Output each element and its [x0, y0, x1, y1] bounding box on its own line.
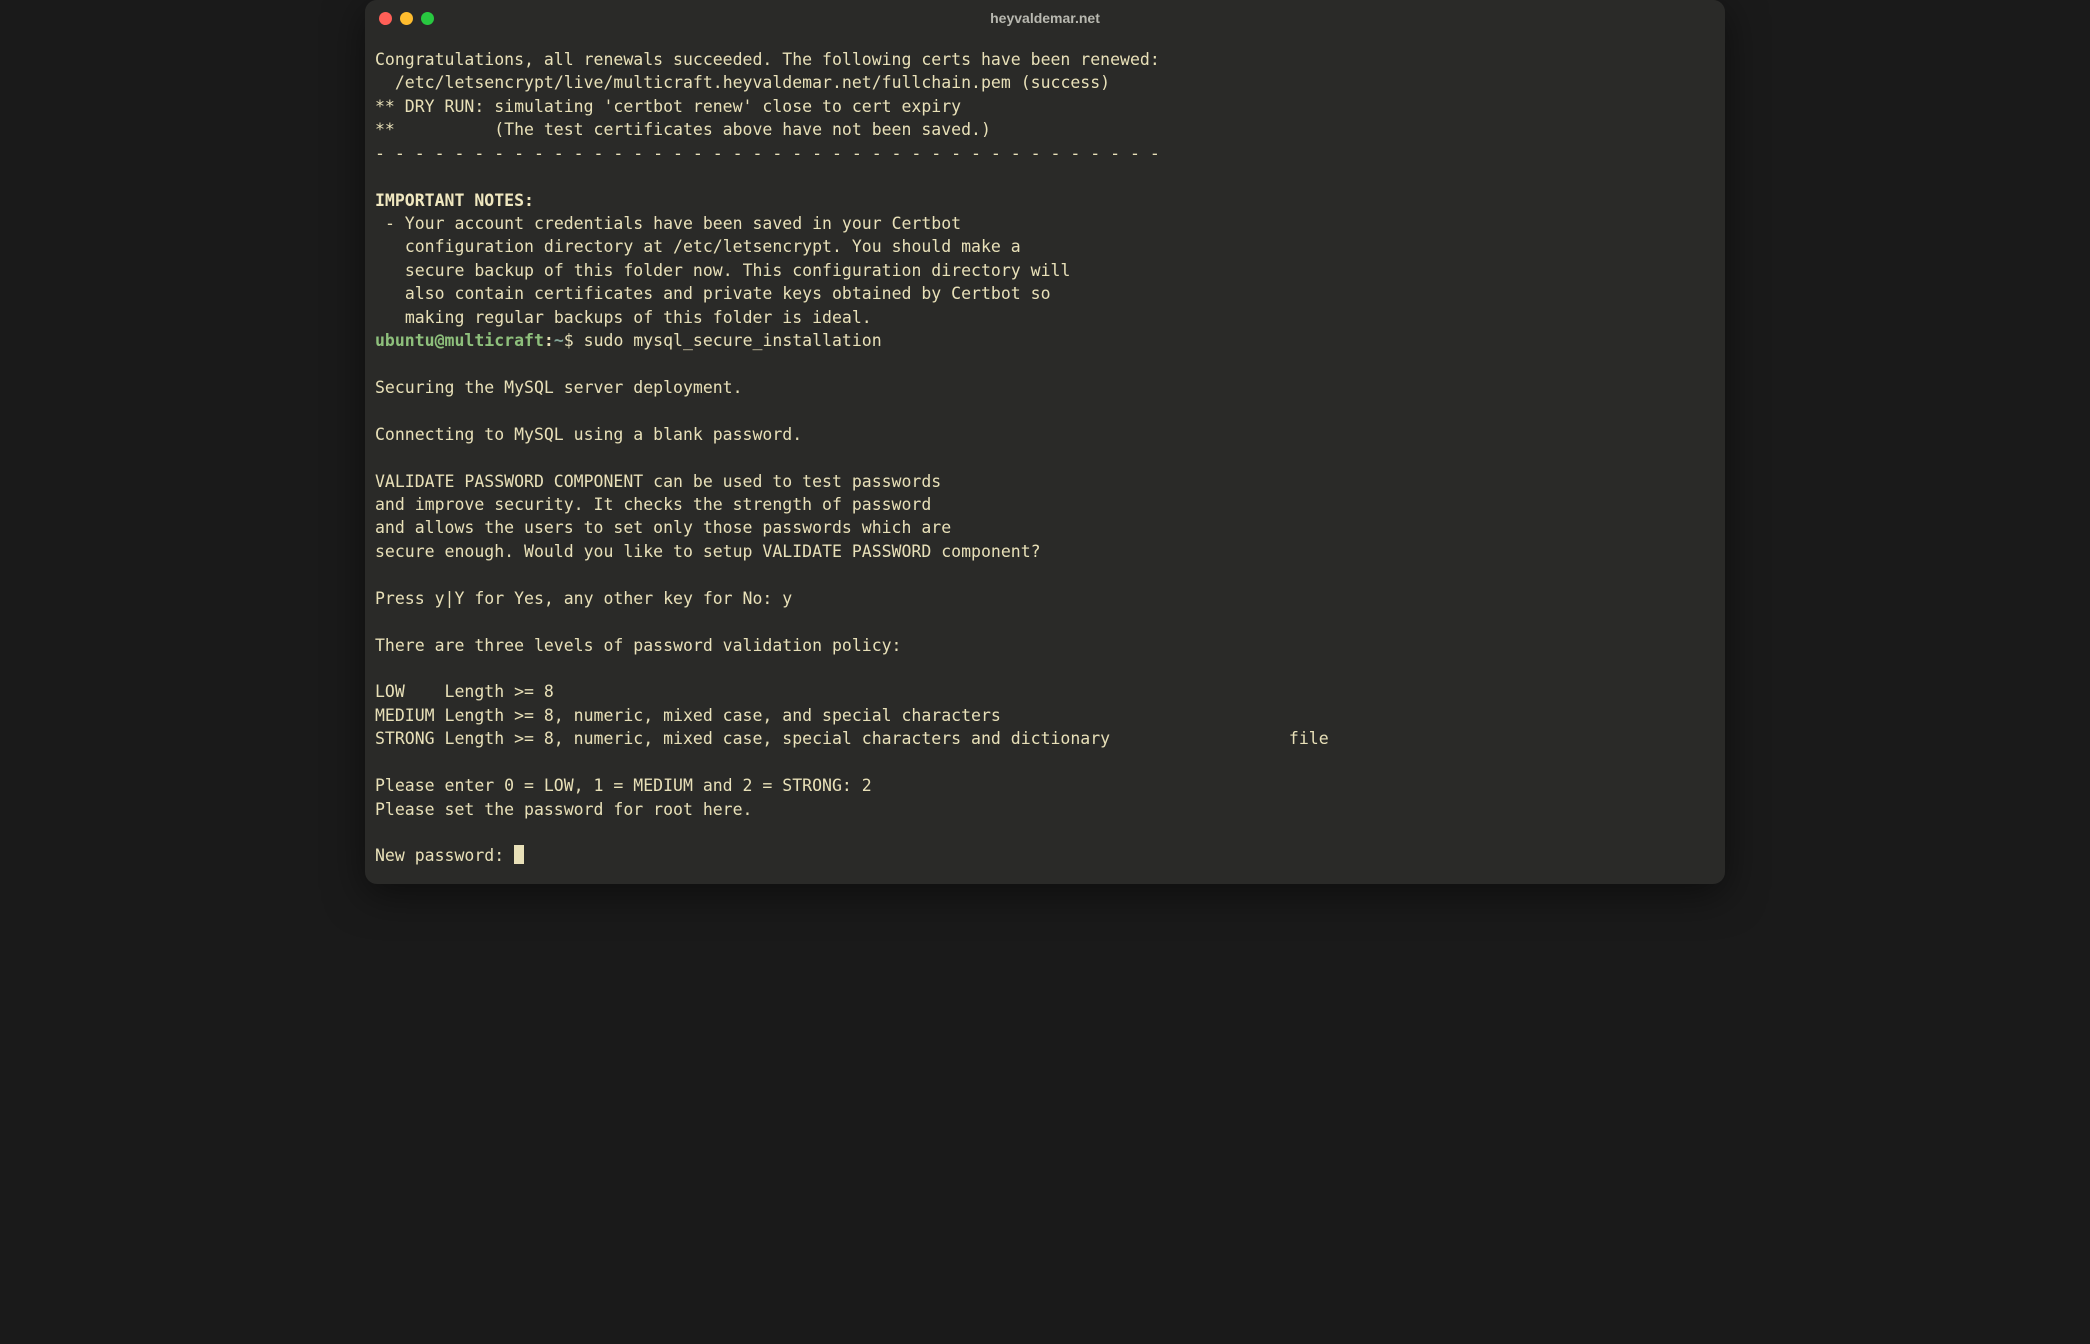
important-notes-header: IMPORTANT NOTES: — [375, 191, 534, 210]
output-line: and allows the users to set only those p… — [375, 518, 951, 537]
output-line: also contain certificates and private ke… — [375, 284, 1051, 303]
command-input: sudo mysql_secure_installation — [584, 331, 882, 350]
output-line: ** (The test certificates above have not… — [375, 120, 991, 139]
minimize-button[interactable] — [400, 12, 413, 25]
prompt-path: ~ — [554, 331, 564, 350]
close-button[interactable] — [379, 12, 392, 25]
output-line: There are three levels of password valid… — [375, 636, 902, 655]
prompt-dollar: $ — [564, 331, 584, 350]
password-prompt: New password: — [375, 846, 514, 865]
prompt-user: ubuntu@multicraft — [375, 331, 544, 350]
output-line: Please enter 0 = LOW, 1 = MEDIUM and 2 =… — [375, 776, 872, 795]
window-title: heyvaldemar.net — [990, 10, 1100, 26]
maximize-button[interactable] — [421, 12, 434, 25]
cursor — [514, 845, 524, 864]
output-line: Connecting to MySQL using a blank passwo… — [375, 425, 802, 444]
output-line: and improve security. It checks the stre… — [375, 495, 931, 514]
output-line: LOW Length >= 8 — [375, 682, 554, 701]
output-line: Securing the MySQL server deployment. — [375, 378, 743, 397]
output-line: /etc/letsencrypt/live/multicraft.heyvald… — [375, 73, 1110, 92]
output-line: Please set the password for root here. — [375, 800, 753, 819]
output-line: MEDIUM Length >= 8, numeric, mixed case,… — [375, 706, 1001, 725]
output-line: STRONG Length >= 8, numeric, mixed case,… — [375, 729, 1329, 748]
terminal-body[interactable]: Congratulations, all renewals succeeded.… — [365, 36, 1725, 884]
output-line: VALIDATE PASSWORD COMPONENT can be used … — [375, 472, 941, 491]
output-line: - Your account credentials have been sav… — [375, 214, 961, 233]
terminal-window: heyvaldemar.net Congratulations, all ren… — [365, 0, 1725, 884]
output-line: making regular backups of this folder is… — [375, 308, 872, 327]
output-line: configuration directory at /etc/letsencr… — [375, 237, 1021, 256]
output-line: secure backup of this folder now. This c… — [375, 261, 1070, 280]
output-line: - - - - - - - - - - - - - - - - - - - - … — [375, 144, 1160, 163]
output-line: Press y|Y for Yes, any other key for No:… — [375, 589, 792, 608]
titlebar: heyvaldemar.net — [365, 0, 1725, 36]
prompt-separator: : — [544, 331, 554, 350]
traffic-lights — [379, 12, 434, 25]
output-line: secure enough. Would you like to setup V… — [375, 542, 1041, 561]
output-line: ** DRY RUN: simulating 'certbot renew' c… — [375, 97, 961, 116]
output-line: Congratulations, all renewals succeeded.… — [375, 50, 1160, 69]
